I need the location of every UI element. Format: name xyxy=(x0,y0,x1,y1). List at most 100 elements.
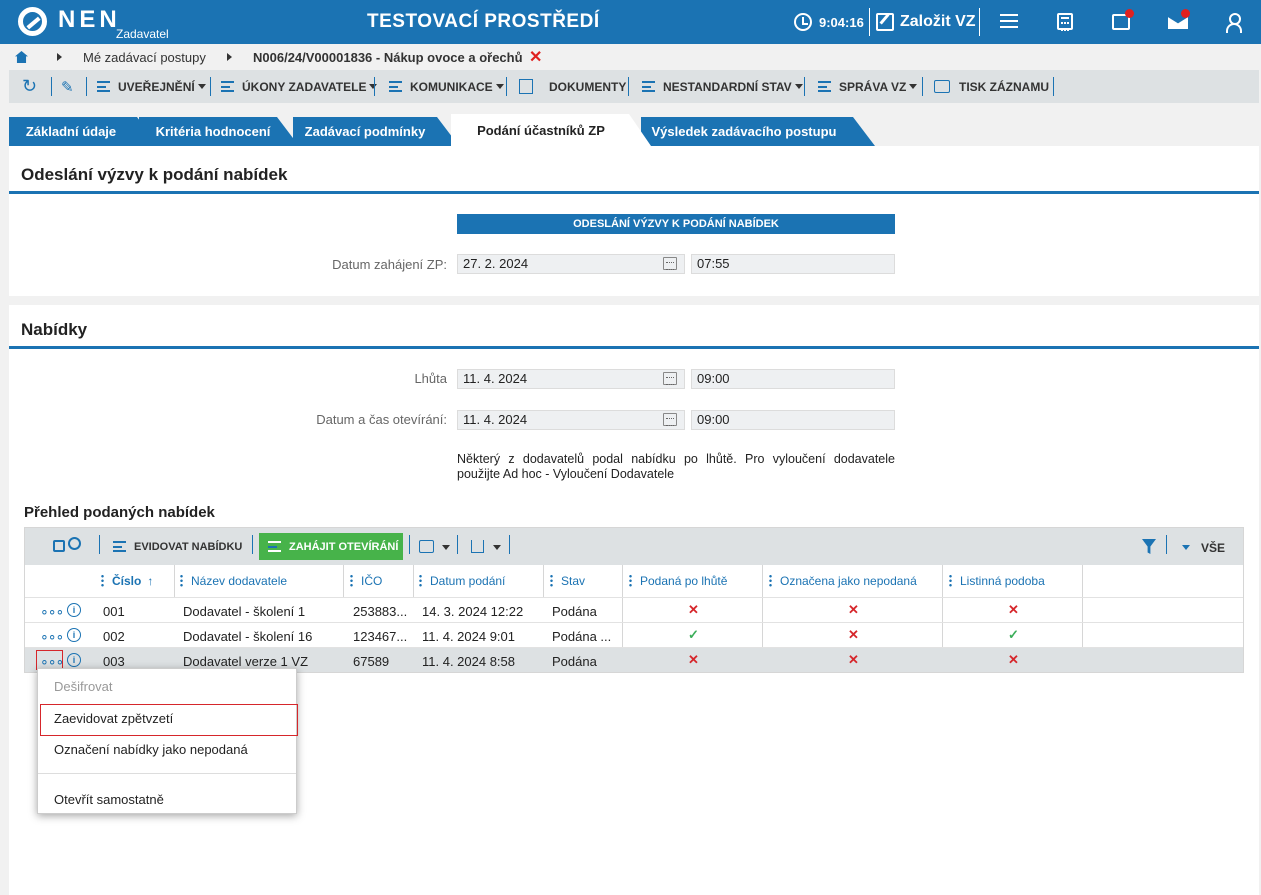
pencil-icon[interactable]: ✎ xyxy=(61,70,74,103)
col-header-marked[interactable]: Označena jako nepodaná xyxy=(769,564,917,597)
caret-down-icon[interactable] xyxy=(493,545,501,550)
table-row[interactable]: ∘∘∘ i 001 Dodavatel - školení 1 253883..… xyxy=(25,597,1243,622)
calculator-icon[interactable] xyxy=(1057,13,1073,31)
cell-supplier: Dodavatel - školení 16 xyxy=(183,629,313,644)
info-icon[interactable]: i xyxy=(67,653,81,667)
col-header-late[interactable]: Podaná po lhůtě xyxy=(629,564,727,597)
start-opening-label: ZAHÁJIT OTEVÍRÁNÍ xyxy=(289,540,399,553)
table-row[interactable]: ∘∘∘ i 002 Dodavatel - školení 16 123467.… xyxy=(25,622,1243,647)
caret-down-icon xyxy=(197,84,206,89)
start-date-field[interactable]: 27. 2. 2024 xyxy=(457,254,685,274)
hamburger-menu-icon[interactable] xyxy=(998,10,1020,32)
user-icon[interactable] xyxy=(1226,13,1242,33)
divider xyxy=(922,77,923,96)
start-opening-button[interactable]: ZAHÁJIT OTEVÍRÁNÍ xyxy=(259,533,403,560)
actions-menu[interactable]: ÚKONY ZADAVATELE xyxy=(221,70,378,103)
divider xyxy=(413,565,414,597)
caret-down-icon xyxy=(794,84,803,89)
column-menu-icon[interactable] xyxy=(419,574,422,587)
breadcrumb-my-procedures[interactable]: Mé zadávací postupy xyxy=(83,50,206,65)
opening-time-field[interactable]: 09:00 xyxy=(691,410,895,430)
opening-date-field[interactable]: 11. 4. 2024 xyxy=(457,410,685,430)
column-menu-icon[interactable] xyxy=(101,574,104,587)
divider xyxy=(252,535,253,554)
export-icon[interactable] xyxy=(471,540,484,553)
refresh-icon[interactable]: ↻ xyxy=(22,70,37,103)
filter-icon[interactable] xyxy=(1142,539,1156,554)
grid-toolbar: EVIDOVAT NABÍDKU ZAHÁJIT OTEVÍRÁNÍ VŠE xyxy=(25,528,1243,565)
col-late-label: Podaná po lhůtě xyxy=(640,573,728,588)
section-underline xyxy=(9,346,1259,349)
notification-dot xyxy=(1181,9,1190,18)
notification-dot xyxy=(1125,9,1134,18)
management-menu[interactable]: SPRÁVA VZ xyxy=(818,70,918,103)
chevron-right-icon xyxy=(57,53,62,61)
clock-icon xyxy=(794,13,812,31)
column-menu-icon[interactable] xyxy=(629,574,632,587)
publish-menu[interactable]: UVEŘEJNĚNÍ xyxy=(97,70,206,103)
print-label: TISK ZÁZNAMU xyxy=(959,79,1049,94)
nonstandard-state-menu[interactable]: NESTANDARDNÍ STAV xyxy=(642,70,803,103)
info-icon[interactable]: i xyxy=(67,628,81,642)
sort-asc-icon: ↑ xyxy=(147,573,154,588)
award-icon[interactable] xyxy=(68,537,81,550)
calendar-icon[interactable] xyxy=(663,413,677,426)
divider xyxy=(457,535,458,554)
cross-icon: ✕ xyxy=(1008,652,1019,667)
caret-down-icon[interactable] xyxy=(1182,545,1190,550)
printer-icon[interactable] xyxy=(419,540,434,553)
documents-button[interactable]: DOKUMENTY xyxy=(519,70,626,103)
col-header-supplier[interactable]: Název dodavatele xyxy=(180,564,287,597)
column-menu-icon[interactable] xyxy=(769,574,772,587)
communication-menu[interactable]: KOMUNIKACE xyxy=(389,70,504,103)
col-header-paper[interactable]: Listinná podoba xyxy=(949,564,1045,597)
close-icon[interactable]: ✕ xyxy=(529,47,542,67)
column-menu-icon[interactable] xyxy=(550,574,553,587)
caret-down-icon[interactable] xyxy=(442,545,450,550)
col-supplier-label: Název dodavatele xyxy=(191,573,288,588)
col-header-number[interactable]: Číslo ↑ xyxy=(101,564,153,597)
tab-evaluation-criteria[interactable]: Kritéria hodnocení xyxy=(139,117,299,146)
row-actions-icon[interactable]: ∘∘∘ xyxy=(40,629,64,643)
divider xyxy=(509,535,510,554)
menu-item-mark-not-submitted[interactable]: Označení nabídky jako nepodaná xyxy=(38,742,298,757)
tab-tender-conditions[interactable]: Zadávací podmínky xyxy=(293,117,459,146)
offers-grid: EVIDOVAT NABÍDKU ZAHÁJIT OTEVÍRÁNÍ VŠE Č… xyxy=(24,527,1244,673)
invitation-panel: Odeslání výzvy k podání nabídek ODESLÁNÍ… xyxy=(9,146,1259,296)
list-icon xyxy=(113,541,126,552)
deadline-time-field[interactable]: 09:00 xyxy=(691,369,895,389)
calendar-icon[interactable] xyxy=(663,257,677,270)
column-menu-icon[interactable] xyxy=(949,574,952,587)
register-offer-button[interactable]: EVIDOVAT NABÍDKU xyxy=(113,528,242,565)
row-actions-icon[interactable]: ∘∘∘ xyxy=(40,604,64,618)
menu-item-open-standalone[interactable]: Otevřít samostatně xyxy=(38,792,298,807)
home-icon[interactable] xyxy=(15,51,28,63)
deadline-date-field[interactable]: 11. 4. 2024 xyxy=(457,369,685,389)
col-header-ico[interactable]: IČO xyxy=(350,564,382,597)
create-contract-button[interactable]: Založit VZ xyxy=(876,8,976,36)
tab-participant-submissions[interactable]: Podání účastníků ZP xyxy=(451,114,651,146)
logo-text: NEN xyxy=(58,6,121,33)
cell-submitted: 14. 3. 2024 12:22 xyxy=(422,604,524,619)
cell-number: 003 xyxy=(103,654,125,669)
start-time-field[interactable]: 07:55 xyxy=(691,254,895,274)
tab-procedure-result[interactable]: Výsledek zadávacího postupu xyxy=(641,117,875,146)
col-header-state[interactable]: Stav xyxy=(550,564,585,597)
print-record-button[interactable]: TISK ZÁZNAMU xyxy=(934,70,1049,103)
calendar-icon[interactable] xyxy=(663,372,677,385)
col-header-submitted[interactable]: Datum podání xyxy=(419,564,505,597)
info-icon[interactable]: i xyxy=(67,603,81,617)
divider xyxy=(86,77,87,96)
lock-icon[interactable] xyxy=(53,540,65,552)
column-menu-icon[interactable] xyxy=(350,574,353,587)
row-actions-icon[interactable]: ∘∘∘ xyxy=(40,654,64,668)
col-submitted-label: Datum podání xyxy=(430,573,506,588)
column-menu-icon[interactable] xyxy=(180,574,183,587)
opening-label: Datum a čas otevírání: xyxy=(316,412,447,427)
cross-icon: ✕ xyxy=(1008,602,1019,617)
tab-basic-data[interactable]: Základní údaje xyxy=(9,117,159,146)
chevron-right-icon xyxy=(227,53,232,61)
show-all-label[interactable]: VŠE xyxy=(1201,541,1225,555)
menu-item-register-withdrawal[interactable]: Zaevidovat zpětvzetí xyxy=(38,711,298,726)
list-icon xyxy=(389,81,402,92)
